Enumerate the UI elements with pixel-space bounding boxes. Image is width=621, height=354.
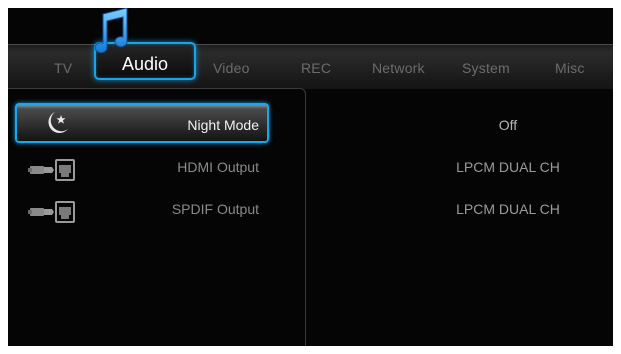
setting-label-hdmi-output: HDMI Output [177,159,259,175]
hdmi-connector-icon [28,159,75,181]
tab-video[interactable]: Video [213,60,250,76]
tab-system[interactable]: System [462,60,510,76]
tab-tv[interactable]: TV [54,60,72,76]
tab-audio[interactable]: Audio [122,54,168,75]
tab-network[interactable]: Network [372,60,425,76]
settings-screen: TV Audio Video REC Network System Misc N… [8,8,613,346]
setting-value-night-mode[interactable]: Off [478,117,538,133]
music-note-icon [94,8,128,54]
setting-value-spdif-output[interactable]: LPCM DUAL CH [428,201,588,217]
setting-label-spdif-output: SPDIF Output [171,201,259,217]
spdif-connector-icon [28,201,75,223]
setting-label-night-mode: Night Mode [187,117,259,133]
tab-rec[interactable]: REC [301,60,331,76]
tab-misc[interactable]: Misc [555,60,585,76]
setting-value-hdmi-output[interactable]: LPCM DUAL CH [428,159,588,175]
moon-star-icon [48,112,68,134]
